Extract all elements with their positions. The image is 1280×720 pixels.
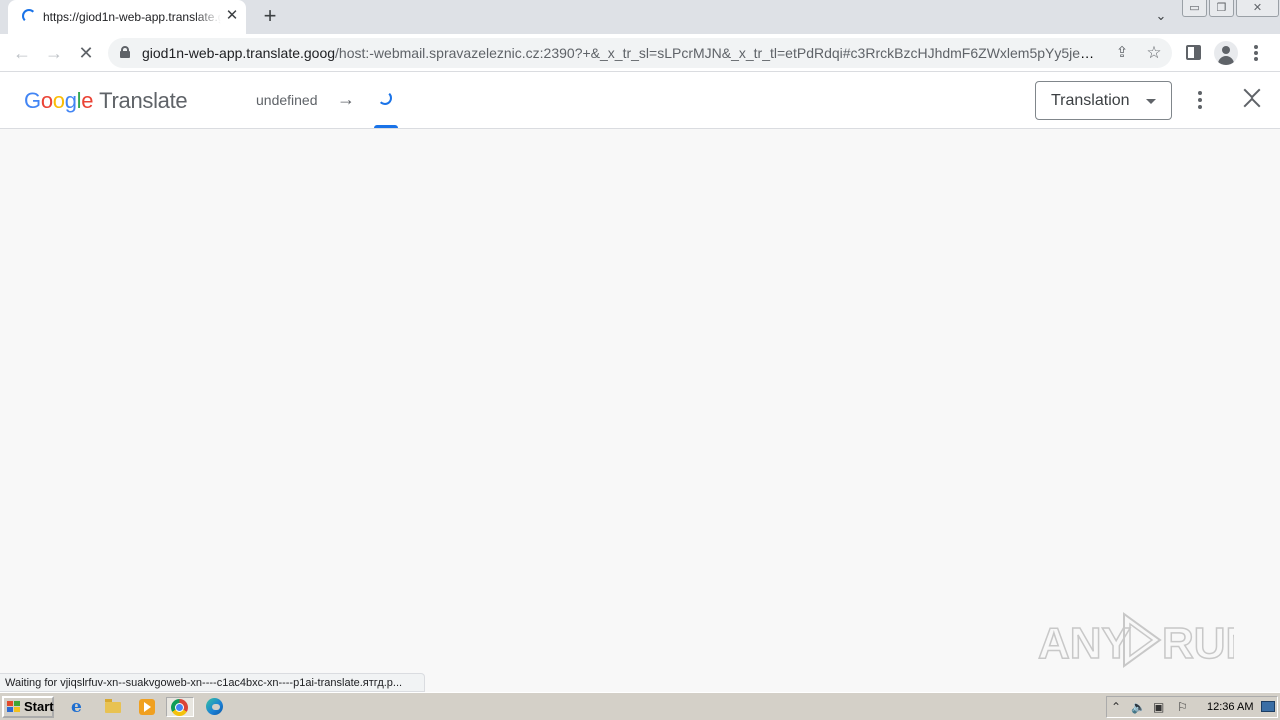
- network-icon[interactable]: ▣: [1153, 700, 1164, 714]
- windows-taskbar: Start e ⌃ 🔈 ▣ ⚐ 12:36 AM: [0, 692, 1280, 720]
- system-tray: ⌃ 🔈 ▣ ⚐ 12:36 AM: [1106, 696, 1278, 718]
- logo-product-name: Translate: [99, 88, 188, 113]
- new-tab-button[interactable]: +: [258, 5, 282, 29]
- side-panel-icon[interactable]: [1186, 45, 1201, 60]
- url-host: giod1n-web-app.translate.goog: [142, 45, 336, 61]
- svg-text:RUN: RUN: [1162, 619, 1234, 668]
- active-tab-indicator: [374, 125, 398, 128]
- translation-mode-select[interactable]: Translation: [1035, 81, 1172, 120]
- google-translate-bar: Google Translate undefined → Translation: [0, 72, 1280, 129]
- tab-strip: https://giod1n-web-app.translate.goog/ho…: [0, 0, 1280, 34]
- edge-icon[interactable]: [204, 697, 226, 717]
- translation-mode-value: Translation: [1051, 92, 1130, 109]
- tab-close-icon[interactable]: ✕: [224, 8, 240, 24]
- browser-tab[interactable]: https://giod1n-web-app.translate.goog/ho…: [8, 0, 246, 34]
- action-center-flag-icon[interactable]: ⚐: [1177, 700, 1188, 714]
- show-hidden-icons-chevron-up-icon[interactable]: ⌃: [1111, 700, 1121, 714]
- google-translate-logo[interactable]: Google Translate: [24, 88, 188, 114]
- browser-menu-icon[interactable]: [1246, 43, 1266, 63]
- window-controls: ▭ ❐ ✕: [1182, 0, 1280, 18]
- bookmark-star-icon[interactable]: ☆: [1144, 43, 1164, 63]
- forward-button[interactable]: →: [42, 41, 66, 65]
- share-icon[interactable]: ⇪: [1112, 43, 1132, 63]
- taskbar-clock[interactable]: 12:36 AM: [1207, 701, 1253, 713]
- target-language-loading-spinner-icon[interactable]: [378, 91, 392, 105]
- logo-letter: e: [81, 88, 94, 113]
- source-language-tab[interactable]: undefined: [256, 92, 318, 108]
- stop-loading-button[interactable]: ✕: [74, 41, 98, 65]
- profile-avatar-icon[interactable]: [1214, 41, 1238, 65]
- logo-letter: o: [52, 88, 65, 113]
- tab-search-chevron-icon[interactable]: ⌄: [1151, 8, 1171, 26]
- restore-button[interactable]: ❐: [1209, 0, 1234, 17]
- window-close-button[interactable]: ✕: [1236, 0, 1279, 17]
- dropdown-caret-icon: [1146, 99, 1156, 104]
- url-path: /host:-webmail.spravazeleznic.cz:2390?+&…: [335, 45, 1100, 61]
- more-options-icon[interactable]: [1190, 89, 1210, 111]
- start-label: Start: [24, 699, 54, 714]
- language-arrow-icon: →: [337, 89, 355, 109]
- back-button[interactable]: ←: [10, 41, 34, 65]
- logo-letter: G: [24, 88, 41, 113]
- logo-letter: g: [64, 88, 77, 113]
- collapse-bar-icon[interactable]: [1240, 81, 1264, 115]
- minimize-button[interactable]: ▭: [1182, 0, 1207, 17]
- svg-text:ANY: ANY: [1038, 619, 1131, 668]
- browser-toolbar: ← → ✕ giod1n-web-app.translate.goog/host…: [0, 34, 1280, 72]
- address-bar[interactable]: giod1n-web-app.translate.goog/host:-webm…: [108, 38, 1172, 68]
- url-text[interactable]: giod1n-web-app.translate.goog/host:-webm…: [142, 45, 1100, 61]
- start-button[interactable]: Start: [2, 696, 54, 718]
- tab-title: https://giod1n-web-app.translate.goog/ho…: [43, 10, 221, 24]
- file-explorer-folder-icon[interactable]: [102, 697, 124, 717]
- speaker-icon[interactable]: 🔈: [1131, 700, 1146, 714]
- status-bubble: Waiting for vjiqslrfuv-xn--suakvgoweb-xn…: [0, 673, 425, 692]
- media-player-icon[interactable]: [136, 697, 158, 717]
- show-desktop-icon[interactable]: [1261, 701, 1275, 712]
- anyrun-watermark-logo: ANY RUN: [1037, 608, 1258, 672]
- tab-loading-spinner-icon: [22, 9, 36, 23]
- windows-logo-icon: [7, 701, 21, 713]
- logo-letter: o: [40, 88, 53, 113]
- chrome-taskbar-icon[interactable]: [166, 697, 194, 717]
- internet-explorer-icon[interactable]: e: [68, 697, 90, 717]
- lock-icon[interactable]: [120, 46, 130, 58]
